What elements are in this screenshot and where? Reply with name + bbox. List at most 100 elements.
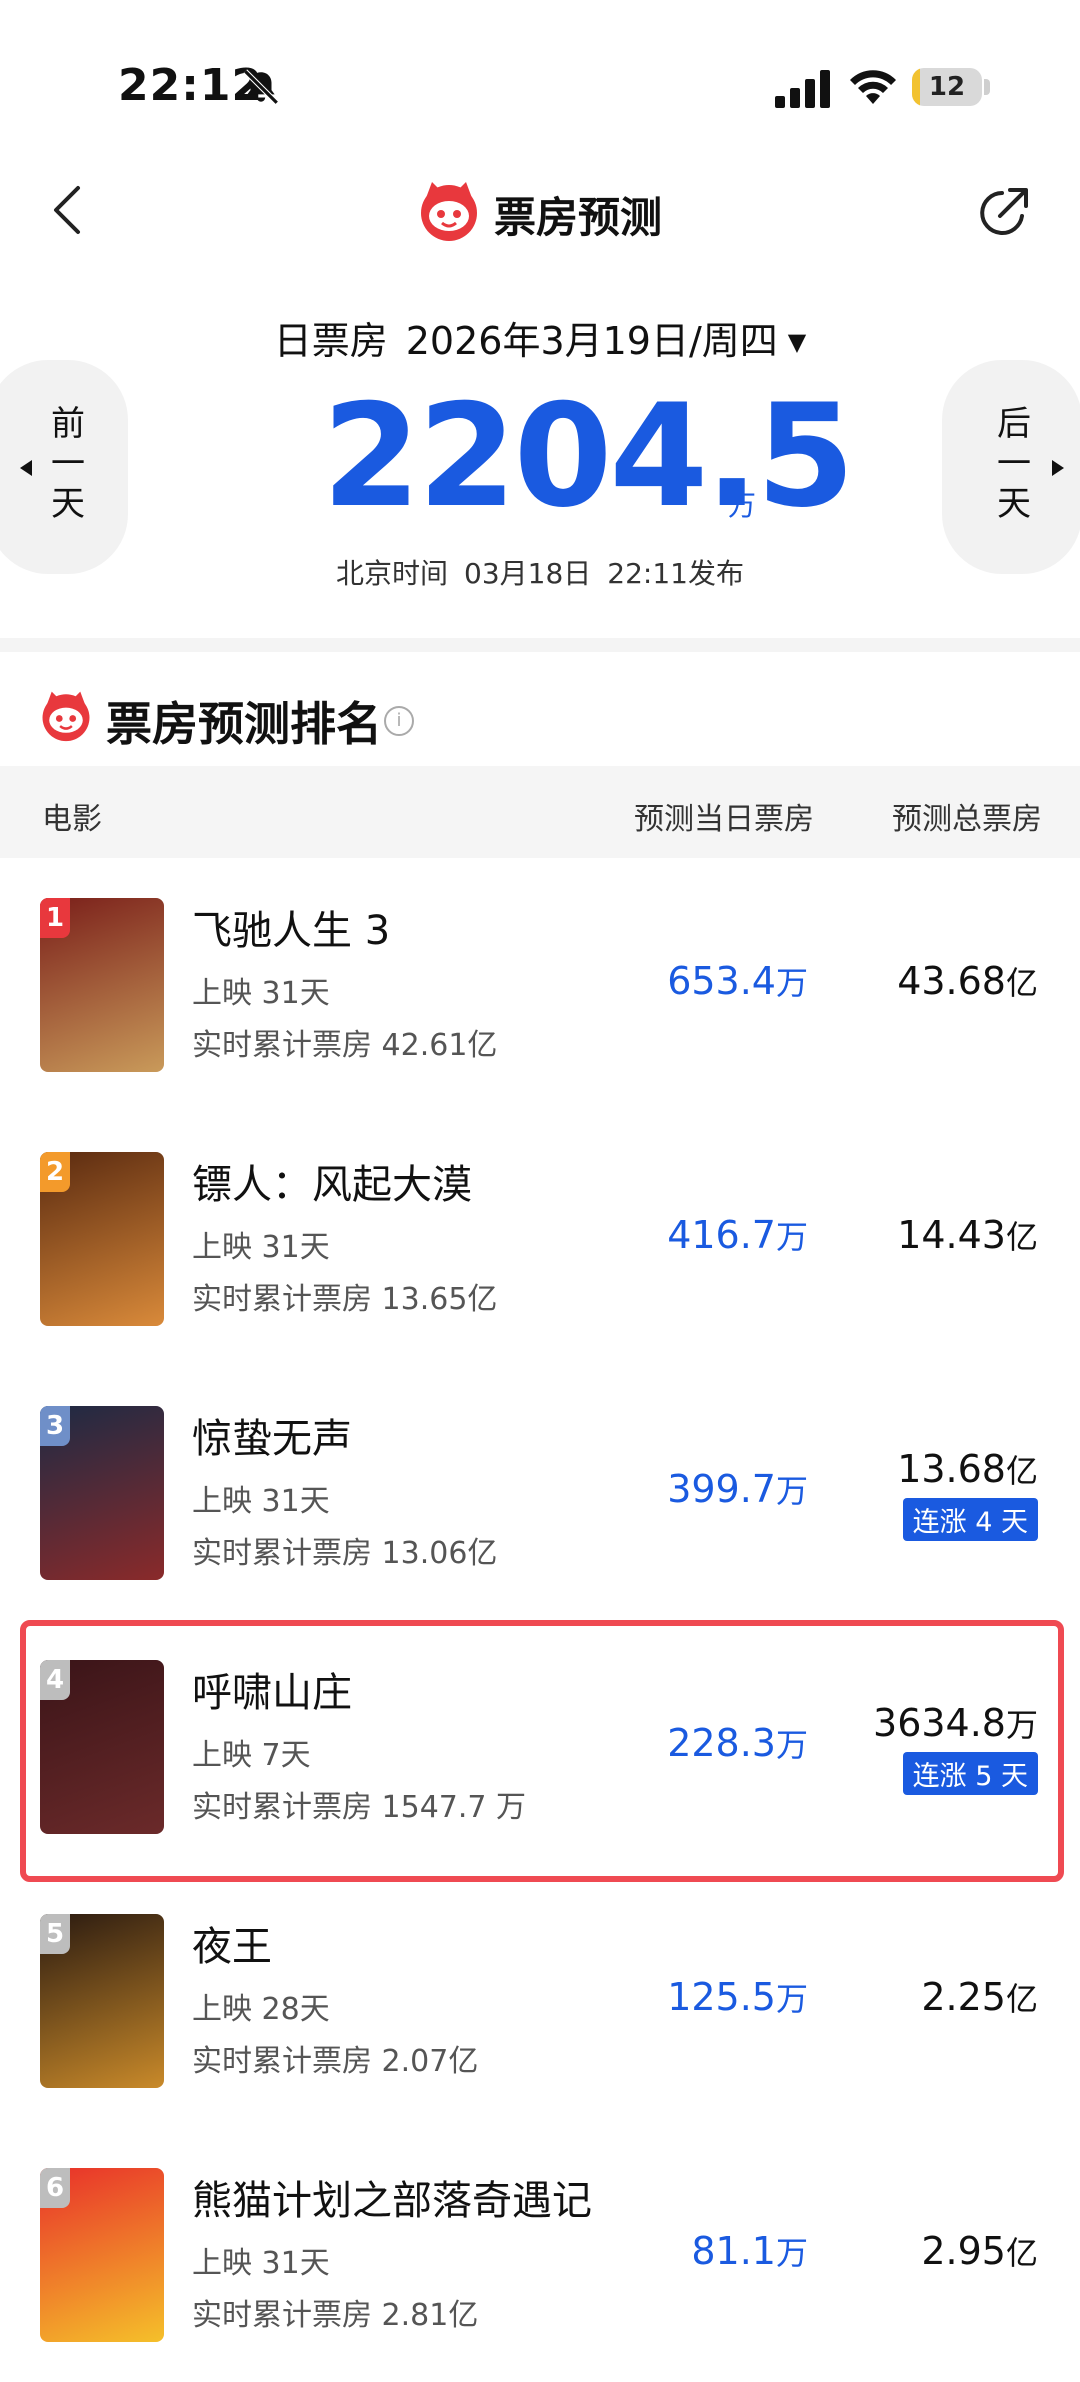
movie-poster: 3 <box>40 1406 164 1580</box>
movie-poster: 6 <box>40 2168 164 2342</box>
movie-title: 夜王 <box>192 1924 272 1970</box>
day-forecast: 399.7万 <box>667 1466 808 1512</box>
dropdown-caret-icon[interactable]: ▼ <box>788 328 806 356</box>
table-row[interactable]: 1 飞驰人生 3 上映 31天 实时累计票房 42.61亿 653.4万 43.… <box>0 858 1080 1112</box>
movie-title: 镖人：风起大漠 <box>192 1162 472 1208</box>
day-forecast-value: 125.5 <box>667 1975 776 2019</box>
movie-title: 熊猫计划之部落奇遇记 <box>192 2178 592 2224</box>
previous-day-char: 一 <box>51 444 85 484</box>
column-day-forecast: 预测当日票房 <box>634 802 814 837</box>
total-forecast-unit: 亿 <box>1005 1980 1038 2018</box>
publish-info: 北京时间 03月18日 22:11发布 <box>0 552 1080 592</box>
total-forecast-value: 2.95 <box>921 2229 1006 2273</box>
next-day-label: 后 一 天 <box>994 404 1034 524</box>
info-icon[interactable]: i <box>384 706 414 736</box>
movie-poster: 2 <box>40 1152 164 1326</box>
day-forecast-value: 653.4 <box>667 959 776 1003</box>
previous-day-char: 天 <box>51 484 85 524</box>
publish-prefix: 北京时间 <box>336 557 449 590</box>
rank-badge: 1 <box>40 898 70 938</box>
table-header: 电影 预测当日票房 预测总票房 <box>0 766 1080 858</box>
table-row[interactable]: 2 镖人：风起大漠 上映 31天 实时累计票房 13.65亿 416.7万 14… <box>0 1112 1080 1366</box>
release-days: 上映 28天 <box>192 1992 330 2027</box>
highlight-box <box>20 1620 1064 1882</box>
share-icon[interactable] <box>972 182 1034 244</box>
column-total-forecast: 预测总票房 <box>892 802 1042 837</box>
daily-total-value: 2204.5 <box>322 374 855 539</box>
day-forecast: 125.5万 <box>667 1974 808 2020</box>
page-title: 票房预测 <box>494 193 663 242</box>
battery-tip <box>984 79 990 95</box>
total-forecast: 2.25亿 <box>921 1974 1038 2020</box>
previous-day-label: 前 一 天 <box>48 404 88 524</box>
day-forecast: 81.1万 <box>691 2228 808 2274</box>
publish-date: 03月18日 <box>464 557 592 590</box>
battery-percent: 12 <box>928 72 966 102</box>
rising-streak-badge: 连涨 4 天 <box>902 1498 1038 1541</box>
total-forecast: 14.43亿 <box>897 1212 1038 1258</box>
daily-total-unit: 万 <box>728 489 757 522</box>
next-day-button[interactable]: 后 一 天 <box>942 360 1080 574</box>
rank-badge: 5 <box>40 1914 70 1954</box>
movie-poster: 1 <box>40 898 164 1072</box>
arrow-left-icon <box>20 460 32 476</box>
day-forecast-unit: 万 <box>775 1472 808 1510</box>
release-days: 上映 31天 <box>192 976 330 1011</box>
cumulative-box-office: 实时累计票房 2.07亿 <box>192 2044 479 2079</box>
day-forecast-unit: 万 <box>775 1980 808 2018</box>
day-forecast-unit: 万 <box>775 2234 808 2272</box>
release-days: 上映 31天 <box>192 2246 330 2281</box>
total-forecast-unit: 亿 <box>1005 1218 1038 1256</box>
movie-title: 飞驰人生 3 <box>192 908 391 954</box>
table-row[interactable]: 3 惊蛰无声 上映 31天 实时累计票房 13.06亿 399.7万 13.68… <box>0 1366 1080 1620</box>
battery-indicator: 12 <box>912 68 982 106</box>
date-selector[interactable]: 日票房 2026年3月19日/周四 ▼ <box>0 310 1080 365</box>
day-forecast: 416.7万 <box>667 1212 808 1258</box>
total-forecast: 43.68亿 <box>897 958 1038 1004</box>
rank-badge: 2 <box>40 1152 70 1192</box>
previous-day-button[interactable]: 前 一 天 <box>0 360 128 574</box>
publish-time: 22:11发布 <box>607 557 744 590</box>
cumulative-box-office: 实时累计票房 13.06亿 <box>192 1536 498 1571</box>
cumulative-box-office: 实时累计票房 13.65亿 <box>192 1282 498 1317</box>
day-forecast-value: 399.7 <box>667 1467 776 1511</box>
arrow-right-icon <box>1052 460 1064 476</box>
bell-muted-icon <box>243 69 279 105</box>
day-forecast-unit: 万 <box>775 964 808 1002</box>
total-forecast: 2.95亿 <box>921 2228 1038 2274</box>
movie-poster: 5 <box>40 1914 164 2088</box>
day-forecast-value: 416.7 <box>667 1213 776 1257</box>
selected-date[interactable]: 2026年3月19日/周四 <box>406 319 778 363</box>
column-movie: 电影 <box>42 802 102 837</box>
table-row[interactable]: 5 夜王 上映 28天 实时累计票房 2.07亿 125.5万 2.25亿 <box>0 1874 1080 2128</box>
daily-box-office-label: 日票房 <box>273 319 388 363</box>
next-day-char: 后 <box>997 404 1031 444</box>
total-forecast-unit: 亿 <box>1005 2234 1038 2272</box>
next-day-char: 天 <box>997 484 1031 524</box>
total-forecast-value: 2.25 <box>921 1975 1006 2019</box>
next-day-char: 一 <box>997 444 1031 484</box>
back-arrow-icon[interactable] <box>40 180 100 240</box>
cumulative-box-office: 实时累计票房 42.61亿 <box>192 1028 498 1063</box>
maoyan-cat-logo-icon <box>421 182 477 241</box>
release-days: 上映 31天 <box>192 1484 330 1519</box>
rank-badge: 6 <box>40 2168 70 2208</box>
day-forecast-value: 81.1 <box>691 2229 776 2273</box>
cellular-signal-icon <box>775 70 830 108</box>
total-forecast-unit: 亿 <box>1005 1452 1038 1490</box>
cumulative-box-office: 实时累计票房 2.81亿 <box>192 2298 479 2333</box>
rank-badge: 3 <box>40 1406 70 1446</box>
release-days: 上映 31天 <box>192 1230 330 1265</box>
day-forecast-unit: 万 <box>775 1218 808 1256</box>
day-forecast: 653.4万 <box>667 958 808 1004</box>
section-divider <box>0 638 1080 652</box>
total-forecast-value: 13.68 <box>897 1447 1006 1491</box>
total-forecast-unit: 亿 <box>1005 964 1038 1002</box>
movie-title: 惊蛰无声 <box>192 1416 352 1462</box>
wifi-icon <box>850 70 896 104</box>
table-row[interactable]: 6 熊猫计划之部落奇遇记 上映 31天 实时累计票房 2.81亿 81.1万 2… <box>0 2128 1080 2382</box>
previous-day-char: 前 <box>51 404 85 444</box>
maoyan-cat-logo-icon <box>42 691 90 742</box>
ranking-title: 票房预测排名 <box>106 697 382 751</box>
total-forecast-value: 43.68 <box>897 959 1006 1003</box>
